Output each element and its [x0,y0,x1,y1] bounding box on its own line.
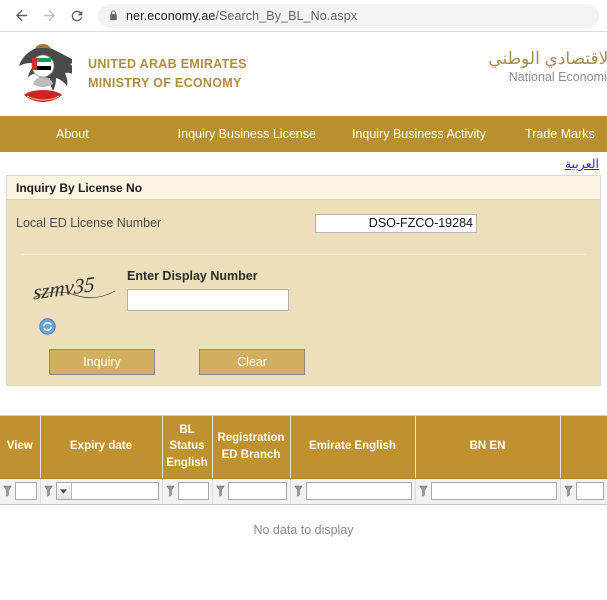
column-label-bn-en: BN EN [469,440,506,453]
url-text: ner.economy.ae/Search_By_BL_No.aspx [126,9,357,23]
column-label-expiry-date: Expiry date [70,440,132,453]
filter-funnel-icon[interactable] [293,485,303,497]
filter-input-bl-status-english[interactable] [177,482,209,500]
inquiry-button[interactable]: Inquiry [49,349,155,375]
column-header-expiry-date[interactable]: Expiry date [40,416,163,479]
column-label-bl-status-english: BL Status English [166,423,208,470]
filter-funnel-icon[interactable] [43,485,53,497]
arabic-language-link[interactable]: العربية [565,156,599,171]
arrow-right-icon [43,9,55,22]
form-buttons: Inquiry Clear [7,347,600,375]
license-field-row: Local ED License Number [7,200,600,246]
reload-button[interactable] [64,3,90,29]
nav-item-about[interactable]: About [56,127,89,141]
column-header-bl-status-english[interactable]: BL Status English [162,416,213,479]
arrow-left-icon [15,9,27,22]
clear-button[interactable]: Clear [199,349,305,375]
filter-cell-bn-en [415,478,561,505]
filter-funnel-icon[interactable] [563,485,573,497]
nav-item-inquiry-business-license[interactable]: Inquiry Business License [178,127,316,141]
filter-funnel-icon[interactable] [165,485,175,497]
filter-input-view[interactable] [15,482,37,500]
brand-secondary: الاقتصادي الوطني National Economic [488,48,607,86]
brand-line-1: UNITED ARAB EMIRATES [88,56,247,71]
inquiry-panel: Inquiry By License No Local ED License N… [6,175,601,386]
brand-arabic: الاقتصادي الوطني [488,49,607,68]
filter-cell-view [0,478,41,505]
reload-icon [71,10,83,21]
url-host: ner.economy.ae [126,8,216,23]
column-label-view: View [6,440,33,453]
column-header-bn-en[interactable]: BN EN [415,416,561,479]
license-number-input[interactable] [315,213,477,233]
filter-cell-extra [560,478,607,505]
forward-button[interactable] [36,3,62,29]
browser-toolbar: ner.economy.ae/Search_By_BL_No.aspx [0,0,607,31]
results-grid: View Expiry date BL Status English Regis… [0,415,607,537]
filter-input-registration-ed-branch[interactable] [227,482,287,500]
filter-cell-emirate-english [290,478,416,505]
panel-title: Inquiry By License No [7,176,600,200]
filter-cell-expiry-date [40,478,163,505]
uae-falcon-emblem-icon [14,40,87,108]
captcha-text: szmv35 [33,277,95,305]
captcha-image: szmv35 [33,277,116,305]
brand-subtitle: National Economic [508,70,607,85]
empty-state-message: No data to display [0,504,607,537]
url-path: /Search_By_BL_No.aspx [215,8,358,23]
filter-input-emirate-english[interactable] [305,482,412,500]
license-number-label: Local ED License Number [16,216,162,230]
filter-select-expiry-date[interactable] [55,482,159,500]
results-table: View Expiry date BL Status English Regis… [0,416,607,505]
url-bar[interactable]: ner.economy.ae/Search_By_BL_No.aspx [98,3,599,28]
column-label-registration-ed-branch: Registration ED Branch [217,432,285,461]
lock-icon [110,10,117,21]
filter-funnel-icon[interactable] [215,485,225,497]
column-label-emirate-english: Emirate English [309,440,396,453]
column-header-view[interactable]: View [0,416,41,479]
filter-cell-registration-ed-branch [212,478,291,505]
captcha-row: szmv35 Enter Display Number [7,255,600,347]
column-header-emirate-english[interactable]: Emirate English [290,416,416,479]
refresh-icon[interactable] [39,318,56,335]
captcha-left: szmv35 [7,269,127,347]
filter-row [0,478,607,505]
captcha-right: Enter Display Number [127,269,289,347]
captcha-label: Enter Display Number [127,269,258,283]
filter-input-bn-en[interactable] [430,482,557,500]
filter-input-extra[interactable] [575,482,604,500]
nav-item-inquiry-business-activity[interactable]: Inquiry Business Activity [352,127,486,141]
site-header: UNITED ARAB EMIRATES MINISTRY OF ECONOMY… [0,32,607,116]
brand-line-2: MINISTRY OF ECONOMY [88,76,242,90]
brand-english: UNITED ARAB EMIRATES MINISTRY OF ECONOMY [88,55,247,94]
nav-item-trade-marks[interactable]: Trade Marks [525,127,595,141]
language-row: العربية [0,152,607,175]
panel-body: Local ED License Number szmv35 Enter Dis… [7,200,600,385]
filter-cell-bl-status-english [162,478,213,505]
table-header-row: View Expiry date BL Status English Regis… [0,416,607,479]
column-header-extra[interactable] [560,416,607,479]
filter-funnel-icon[interactable] [3,485,12,497]
main-navigation: About Inquiry Business License Inquiry B… [0,116,607,152]
chevron-down-icon[interactable] [56,483,72,499]
back-button[interactable] [8,3,34,29]
captcha-input[interactable] [127,289,289,311]
filter-funnel-icon[interactable] [418,485,428,497]
column-header-registration-ed-branch[interactable]: Registration ED Branch [212,416,291,479]
